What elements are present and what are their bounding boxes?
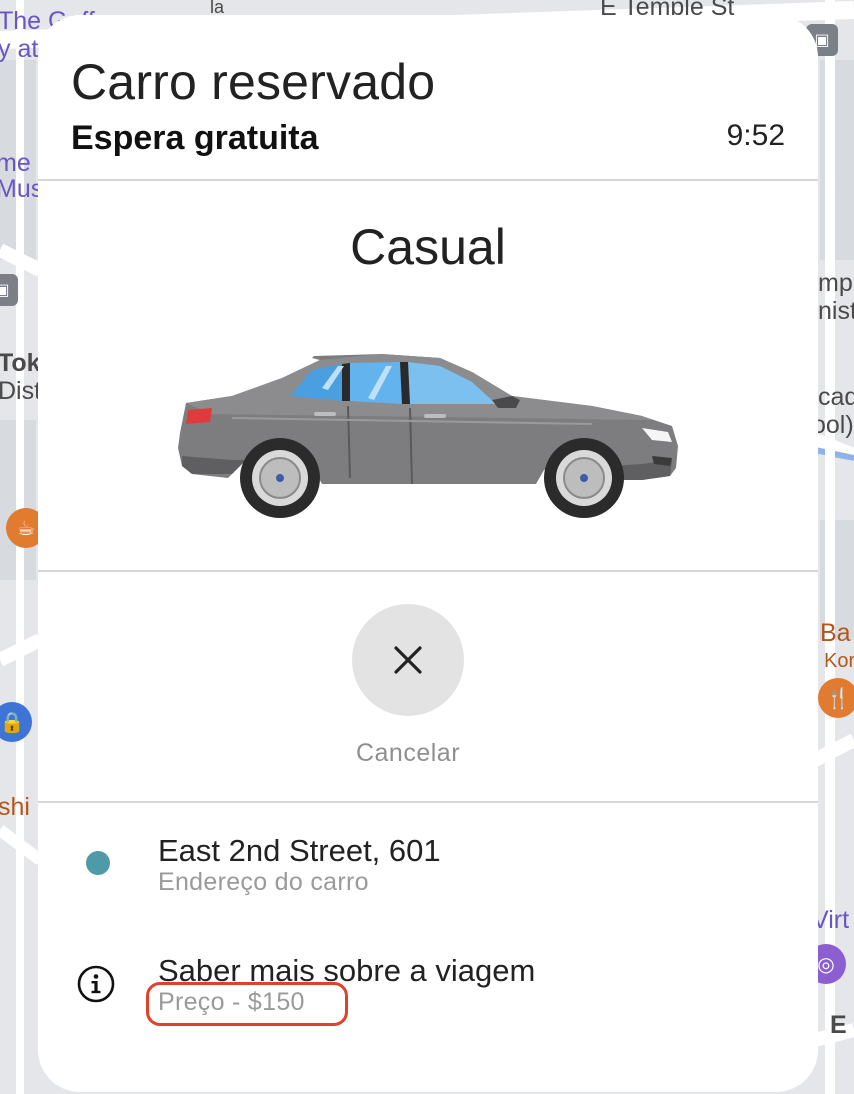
restaurant-pin-icon[interactable]: 🍴 xyxy=(818,678,854,718)
cancel-label[interactable]: Cancelar xyxy=(38,739,778,768)
car-class-label: Casual xyxy=(350,219,506,275)
car-address-caption: Endereço do carro xyxy=(158,868,369,896)
map-label: cad xyxy=(818,383,854,411)
map-label: Ba xyxy=(820,619,851,647)
cancel-button[interactable] xyxy=(352,604,464,716)
divider xyxy=(38,179,818,181)
map-label: shi xyxy=(0,793,30,821)
location-dot-icon xyxy=(86,851,110,875)
divider xyxy=(38,570,818,572)
map-label: E xyxy=(830,1011,847,1039)
map-label: Kor xyxy=(824,650,854,672)
map-label: mp xyxy=(818,269,853,297)
divider xyxy=(38,801,818,803)
map-label: ool) xyxy=(812,411,854,439)
map-label: Tok xyxy=(0,349,41,377)
transit-stop-icon[interactable]: ▣ xyxy=(0,274,18,306)
price-highlight-box xyxy=(146,982,348,1026)
reservation-card: Carro reservado Espera gratuita 9:52 Cas… xyxy=(38,15,818,1092)
car-address: East 2nd Street, 601 xyxy=(158,833,441,868)
info-icon[interactable] xyxy=(77,965,115,1003)
wait-timer: 9:52 xyxy=(726,119,785,152)
map-label: me xyxy=(0,149,31,177)
close-icon xyxy=(394,646,422,674)
map-label: Dist xyxy=(0,377,42,405)
car-illustration xyxy=(178,354,678,518)
card-title: Carro reservado xyxy=(71,54,436,110)
wait-status-label: Espera gratuita xyxy=(71,119,319,157)
map-label: y at xyxy=(0,35,39,63)
map-label: Mus xyxy=(0,175,44,203)
map-label: nist xyxy=(818,297,854,325)
